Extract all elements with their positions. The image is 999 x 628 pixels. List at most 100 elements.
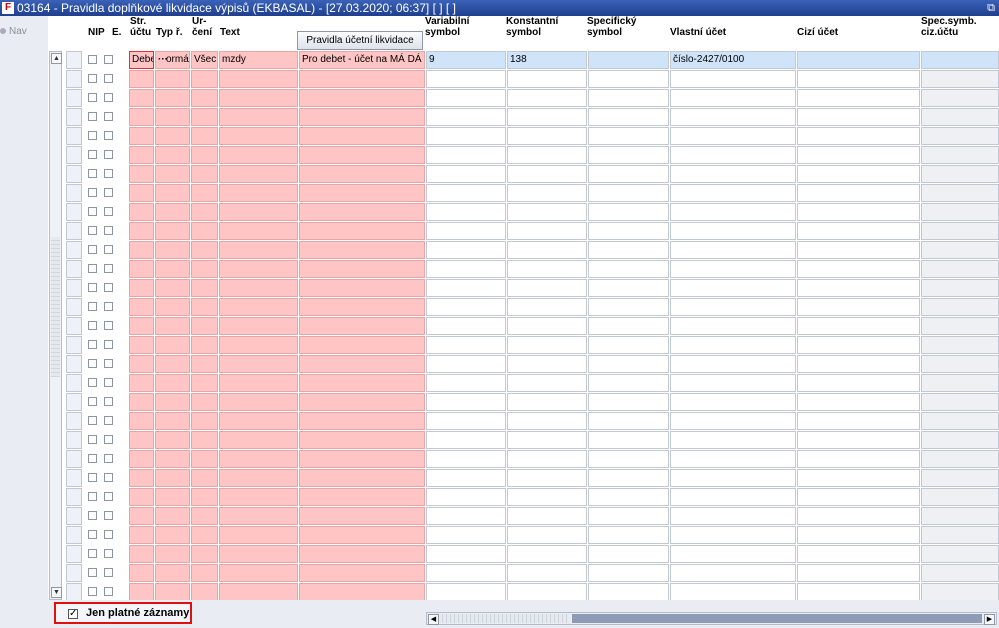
cell-pravidla[interactable] xyxy=(299,146,425,164)
cell-konstantni[interactable] xyxy=(507,298,587,316)
cell-specificky[interactable] xyxy=(588,431,669,449)
checkbox-e[interactable] xyxy=(104,454,113,463)
cell-variabilni[interactable] xyxy=(426,583,506,601)
checkbox-e[interactable] xyxy=(104,131,113,140)
cell-vlastni[interactable] xyxy=(670,507,796,525)
checkbox-nip[interactable] xyxy=(88,397,97,406)
checkbox-nip[interactable] xyxy=(88,302,97,311)
cell-vlastni[interactable] xyxy=(670,583,796,601)
cell-sel[interactable] xyxy=(66,108,82,126)
cell-variabilni[interactable] xyxy=(426,564,506,582)
checkbox-e[interactable] xyxy=(104,207,113,216)
cell-typ_r[interactable] xyxy=(155,507,190,525)
cell-sel[interactable] xyxy=(66,374,82,392)
cell-typ_r[interactable] xyxy=(155,469,190,487)
cell-pravidla[interactable] xyxy=(299,89,425,107)
cell-str_uctu[interactable] xyxy=(129,564,154,582)
cell-variabilni[interactable] xyxy=(426,89,506,107)
cell-vlastni[interactable] xyxy=(670,488,796,506)
cell-urceni[interactable] xyxy=(191,279,218,297)
cell-typ_r[interactable] xyxy=(155,317,190,335)
cell-typ_r[interactable] xyxy=(155,393,190,411)
cell-spec_symb[interactable] xyxy=(921,184,999,202)
cell-text[interactable] xyxy=(219,526,298,544)
cell-variabilni[interactable] xyxy=(426,184,506,202)
cell-variabilni[interactable] xyxy=(426,203,506,221)
cell-str_uctu[interactable] xyxy=(129,355,154,373)
cell-pravidla[interactable] xyxy=(299,545,425,563)
cell-variabilni[interactable] xyxy=(426,469,506,487)
checkbox-e[interactable] xyxy=(104,359,113,368)
cell-variabilni[interactable] xyxy=(426,393,506,411)
scroll-left-icon[interactable]: ◀ xyxy=(428,614,439,625)
cell-pravidla[interactable]: Pro debet - účet na MÁ DÁ xyxy=(299,51,425,69)
cell-konstantni[interactable] xyxy=(507,393,587,411)
cell-urceni[interactable] xyxy=(191,108,218,126)
cell-spec_symb[interactable] xyxy=(921,108,999,126)
cell-text[interactable] xyxy=(219,127,298,145)
cell-text[interactable] xyxy=(219,355,298,373)
cell-pravidla[interactable] xyxy=(299,127,425,145)
cell-spec_symb[interactable] xyxy=(921,298,999,316)
cell-konstantni[interactable] xyxy=(507,431,587,449)
cell-str_uctu[interactable] xyxy=(129,526,154,544)
cell-vlastni[interactable] xyxy=(670,127,796,145)
cell-variabilni[interactable] xyxy=(426,355,506,373)
cell-sel[interactable] xyxy=(66,488,82,506)
cell-cizi[interactable] xyxy=(797,51,920,69)
checkbox-nip[interactable] xyxy=(88,150,97,159)
cell-cizi[interactable] xyxy=(797,279,920,297)
checkbox-e[interactable] xyxy=(104,93,113,102)
cell-vlastni[interactable] xyxy=(670,89,796,107)
cell-vlastni[interactable] xyxy=(670,146,796,164)
cell-pravidla[interactable] xyxy=(299,507,425,525)
cell-variabilni[interactable] xyxy=(426,70,506,88)
cell-specificky[interactable] xyxy=(588,203,669,221)
cell-pravidla[interactable] xyxy=(299,488,425,506)
cell-pravidla[interactable] xyxy=(299,355,425,373)
cell-str_uctu[interactable] xyxy=(129,507,154,525)
cell-spec_symb[interactable] xyxy=(921,545,999,563)
cell-variabilni[interactable] xyxy=(426,279,506,297)
cell-sel[interactable] xyxy=(66,146,82,164)
cell-str_uctu[interactable] xyxy=(129,450,154,468)
cell-konstantni[interactable] xyxy=(507,70,587,88)
cell-typ_r[interactable] xyxy=(155,222,190,240)
pravidla-ucetni-likvidace-button[interactable]: Pravidla účetní likvidace xyxy=(297,31,423,50)
cell-cizi[interactable] xyxy=(797,450,920,468)
cell-specificky[interactable] xyxy=(588,564,669,582)
cell-text[interactable] xyxy=(219,374,298,392)
cell-specificky[interactable] xyxy=(588,507,669,525)
cell-specificky[interactable] xyxy=(588,89,669,107)
checkbox-nip[interactable] xyxy=(88,112,97,121)
cell-specificky[interactable] xyxy=(588,412,669,430)
cell-str_uctu[interactable] xyxy=(129,393,154,411)
cell-specificky[interactable] xyxy=(588,241,669,259)
cell-specificky[interactable] xyxy=(588,526,669,544)
checkbox-nip[interactable] xyxy=(88,587,97,596)
cell-specificky[interactable] xyxy=(588,545,669,563)
cell-vlastni[interactable] xyxy=(670,450,796,468)
cell-sel[interactable] xyxy=(66,89,82,107)
cell-sel[interactable] xyxy=(66,564,82,582)
cell-specificky[interactable] xyxy=(588,108,669,126)
cell-specificky[interactable] xyxy=(588,374,669,392)
cell-sel[interactable] xyxy=(66,393,82,411)
cell-cizi[interactable] xyxy=(797,336,920,354)
cell-urceni[interactable] xyxy=(191,374,218,392)
cell-specificky[interactable] xyxy=(588,469,669,487)
cell-cizi[interactable] xyxy=(797,469,920,487)
cell-konstantni[interactable]: 138 xyxy=(507,51,587,69)
cell-specificky[interactable] xyxy=(588,260,669,278)
cell-typ_r[interactable] xyxy=(155,127,190,145)
cell-variabilni[interactable] xyxy=(426,127,506,145)
cell-variabilni[interactable]: 9 xyxy=(426,51,506,69)
cell-urceni[interactable] xyxy=(191,89,218,107)
cell-pravidla[interactable] xyxy=(299,222,425,240)
cell-spec_symb[interactable] xyxy=(921,469,999,487)
cell-pravidla[interactable] xyxy=(299,526,425,544)
cell-pravidla[interactable] xyxy=(299,298,425,316)
cell-spec_symb[interactable] xyxy=(921,412,999,430)
checkbox-nip[interactable] xyxy=(88,416,97,425)
cell-typ_r[interactable] xyxy=(155,336,190,354)
